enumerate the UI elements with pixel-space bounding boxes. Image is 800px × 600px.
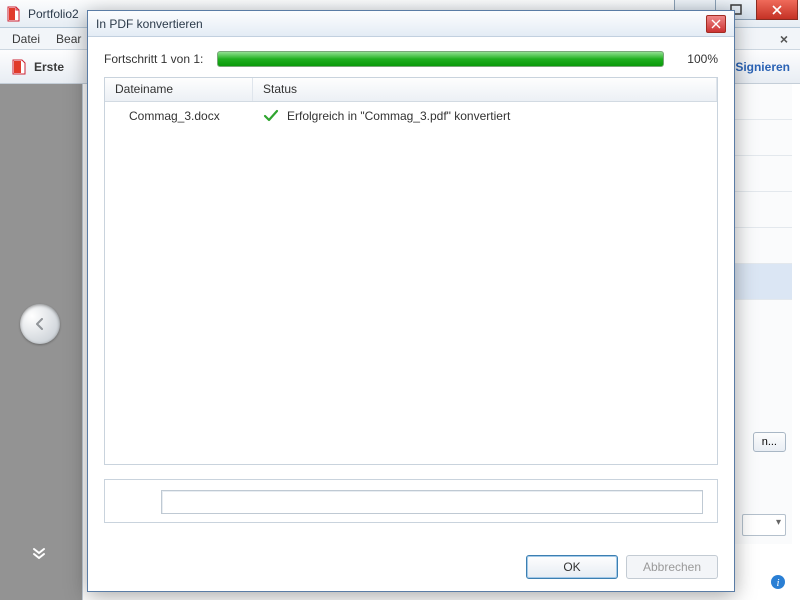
cell-status-text: Erfolgreich in "Commag_3.pdf" konvertier… (287, 109, 510, 123)
cancel-button: Abbrechen (626, 555, 718, 579)
dialog-title: In PDF konvertieren (96, 17, 203, 31)
svg-text:i: i (776, 577, 779, 589)
side-row[interactable] (735, 84, 792, 120)
main-window-title: Portfolio2 (28, 7, 79, 21)
dialog-buttons: OK Abbrechen (526, 555, 718, 579)
dialog-close-button[interactable] (706, 15, 726, 33)
side-row[interactable] (735, 192, 792, 228)
progress-percent: 100% (678, 52, 718, 66)
col-status[interactable]: Status (253, 78, 717, 101)
tools-side-panel: n... (734, 84, 792, 544)
nav-pane (0, 84, 82, 600)
menu-edit[interactable]: Bear (50, 30, 87, 48)
convert-dialog: In PDF konvertieren Fortschritt 1 von 1:… (87, 10, 735, 592)
dialog-titlebar: In PDF konvertieren (88, 11, 734, 37)
details-box (104, 479, 718, 523)
side-options-button[interactable]: n... (753, 432, 786, 452)
col-filename[interactable]: Dateiname (105, 78, 253, 101)
progress-row: Fortschritt 1 von 1: 100% (104, 51, 718, 67)
document-close-icon[interactable]: × (774, 31, 794, 47)
side-dropdown[interactable] (742, 514, 786, 536)
toolbar-sign[interactable]: Signieren (735, 60, 790, 74)
table-row[interactable]: Commag_3.docx Erfolgreich in "Commag_3.p… (105, 102, 717, 130)
side-row[interactable] (735, 156, 792, 192)
ok-button[interactable]: OK (526, 555, 618, 579)
success-check-icon (263, 108, 279, 124)
expand-chevrons-icon[interactable] (30, 544, 48, 565)
nav-back-button[interactable] (20, 304, 60, 344)
side-row-selected[interactable] (735, 264, 792, 300)
toolbar-create[interactable]: Erste (10, 58, 64, 76)
side-row[interactable] (735, 120, 792, 156)
cell-status: Erfolgreich in "Commag_3.pdf" konvertier… (263, 108, 707, 124)
results-table: Dateiname Status Commag_3.docx Erfolgrei… (104, 77, 718, 465)
details-inset (161, 490, 703, 514)
side-row[interactable] (735, 228, 792, 264)
progress-label: Fortschritt 1 von 1: (104, 52, 203, 66)
toolbar-sign-label: Signieren (735, 60, 790, 74)
table-header: Dateiname Status (105, 78, 717, 102)
cell-filename: Commag_3.docx (115, 109, 263, 123)
menu-file[interactable]: Datei (6, 30, 46, 48)
create-pdf-icon (10, 58, 28, 76)
app-icon (6, 6, 22, 22)
close-button[interactable] (756, 0, 798, 20)
dialog-body: Fortschritt 1 von 1: 100% Dateiname Stat… (88, 37, 734, 591)
progress-bar (217, 51, 664, 67)
toolbar-create-label: Erste (34, 60, 64, 74)
info-icon[interactable]: i (770, 574, 786, 590)
